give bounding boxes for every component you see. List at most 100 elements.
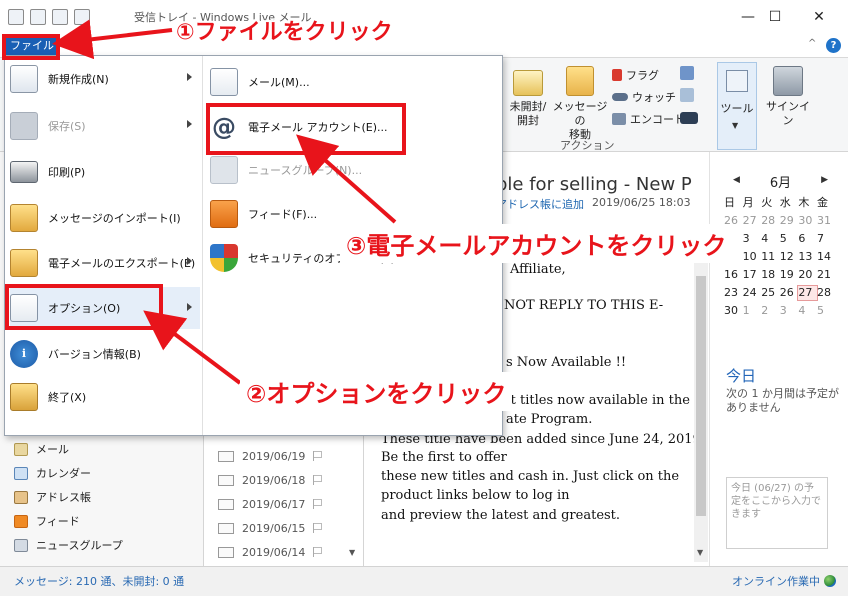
send-receive-quick-icon[interactable] [74, 9, 90, 25]
submenu-item-newsgroups[interactable]: ニュースグループ(N)... [210, 150, 492, 190]
calendar-day[interactable]: 10 [743, 250, 762, 264]
calendar-day[interactable]: 23 [724, 286, 743, 300]
calendar-day[interactable]: 21 [817, 268, 836, 282]
calendar-day[interactable]: 30 [798, 214, 817, 228]
calendar-day[interactable]: 28 [761, 214, 780, 228]
glasses-icon [612, 92, 628, 101]
calendar-day[interactable]: 4 [798, 304, 817, 318]
move-message-label: メッセージの 移動 [552, 100, 608, 141]
copy-icon[interactable] [680, 66, 694, 80]
calendar-day[interactable]: 20 [798, 268, 817, 282]
calendar-day[interactable]: 5 [817, 304, 836, 318]
submenu-item-mail[interactable]: メール(M)... [210, 62, 492, 102]
unread-read-button[interactable]: 未開封/ 開封 [506, 66, 550, 128]
reading-scroll-down-icon[interactable]: ▼ [697, 548, 703, 557]
quick-add-event-input[interactable]: 今日 (06/27) の予定をここから入力できます [726, 477, 828, 549]
menu-item-export[interactable]: 電子メールのエクスポート(E) [10, 243, 200, 283]
calendar-day[interactable]: 6 [798, 232, 817, 246]
paste-icon[interactable] [680, 88, 694, 102]
envelope-icon [218, 450, 234, 462]
flag-outline-icon[interactable] [313, 451, 323, 461]
calendar-day[interactable]: 3 [780, 304, 799, 318]
user-avatar-icon [773, 66, 803, 96]
menu-item-exit[interactable]: 終了(X) [10, 377, 200, 417]
quick-access-toolbar [8, 9, 90, 25]
calendar-day[interactable]: 5 [780, 232, 799, 246]
calendar-day[interactable]: 27 [743, 214, 762, 228]
flag-button[interactable]: フラグ [612, 66, 659, 83]
calendar-day[interactable]: 29 [780, 214, 799, 228]
close-button[interactable]: ✕ [799, 6, 839, 28]
menu-item-new[interactable]: 新規作成(N) [10, 59, 200, 99]
calendar-day[interactable]: 30 [724, 304, 743, 318]
calendar-day[interactable]: 2 [761, 304, 780, 318]
add-to-contacts-link[interactable]: アドレス帳に追加 [496, 196, 584, 212]
move-message-button[interactable]: メッセージの 移動 [552, 66, 608, 142]
menu-item-save[interactable]: 保存(S) [10, 106, 200, 146]
calendar-day[interactable]: 13 [798, 250, 817, 264]
maximize-button[interactable]: ☐ [755, 6, 795, 28]
next-month-icon[interactable]: ▶ [821, 172, 828, 191]
list-scroll-down-icon[interactable]: ▼ [349, 548, 355, 557]
binoculars-icon[interactable] [680, 112, 698, 124]
watch-button[interactable]: ウォッチ [612, 88, 676, 105]
nav-item-feeds[interactable]: フィード [14, 510, 80, 532]
help-icon[interactable]: ? [826, 38, 841, 53]
calendar-day[interactable]: 12 [780, 250, 799, 264]
message-date: 2019/06/19 [242, 449, 306, 463]
signin-label: サインイン [766, 100, 810, 127]
flag-outline-icon[interactable] [313, 547, 323, 557]
calendar-day[interactable]: 3 [743, 232, 762, 246]
calendar-day[interactable]: 31 [817, 214, 836, 228]
flag-icon [612, 68, 622, 81]
message-row[interactable]: 2019/06/14 [218, 540, 323, 564]
menu-item-about[interactable]: i バージョン情報(B) [10, 334, 200, 374]
menu-item-print[interactable]: 印刷(P) [10, 152, 200, 192]
reply-quick-icon[interactable] [52, 9, 68, 25]
calendar-day[interactable]: 27 [797, 285, 818, 301]
nav-item-calendar[interactable]: カレンダー [14, 462, 91, 484]
nav-item-mail[interactable]: メール [14, 438, 69, 460]
watch-label: ウォッチ [632, 90, 676, 104]
new-message-quick-icon[interactable] [30, 9, 46, 25]
calendar-day[interactable]: 16 [724, 268, 743, 282]
body-line: ate Program. [506, 412, 593, 427]
calendar-day[interactable]: 14 [817, 250, 836, 264]
rss-nav-icon [14, 514, 28, 528]
signin-button[interactable]: サインイン [762, 66, 814, 128]
calendar-day[interactable]: 4 [761, 232, 780, 246]
flag-outline-icon[interactable] [313, 475, 323, 485]
calendar-day[interactable]: 7 [817, 232, 836, 246]
submenu-arrow-icon [187, 257, 192, 265]
envelope-icon [218, 546, 234, 558]
flag-label: フラグ [626, 68, 659, 82]
prev-month-icon[interactable]: ◀ [733, 172, 740, 191]
calendar-day[interactable]: 11 [761, 250, 780, 264]
tools-label: ツール [720, 102, 754, 115]
calendar-day[interactable]: 17 [743, 268, 762, 282]
nav-item-newsgroups[interactable]: ニュースグループ [14, 534, 123, 556]
ribbon-toggle-icon[interactable]: ^ [808, 38, 816, 49]
calendar-day[interactable]: 1 [743, 304, 762, 318]
message-row[interactable]: 2019/06/15 [218, 516, 323, 540]
calendar-day[interactable]: 28 [817, 286, 836, 300]
envelope-icon [218, 522, 234, 534]
calendar-day[interactable]: 24 [743, 286, 762, 300]
calendar-day[interactable]: 26 [780, 286, 799, 300]
exit-icon [10, 383, 38, 411]
globe-icon [824, 575, 836, 587]
message-row[interactable]: 2019/06/18 [218, 468, 323, 492]
calendar-day[interactable]: 18 [761, 268, 780, 282]
calendar-day[interactable]: 19 [780, 268, 799, 282]
menu-item-import[interactable]: メッセージのインポート(I) [10, 198, 200, 238]
submenu-arrow-icon [187, 303, 192, 311]
message-row[interactable]: 2019/06/17 [218, 492, 323, 516]
calendar-day[interactable]: 25 [761, 286, 780, 300]
message-row[interactable]: 2019/06/19 [218, 444, 323, 468]
flag-outline-icon[interactable] [313, 523, 323, 533]
flag-outline-icon[interactable] [313, 499, 323, 509]
encoding-button[interactable]: エンコード [612, 110, 685, 127]
scroll-thumb[interactable] [696, 276, 706, 516]
nav-item-contacts[interactable]: アドレス帳 [14, 486, 91, 508]
nav-label: ニュースグループ [36, 539, 123, 552]
